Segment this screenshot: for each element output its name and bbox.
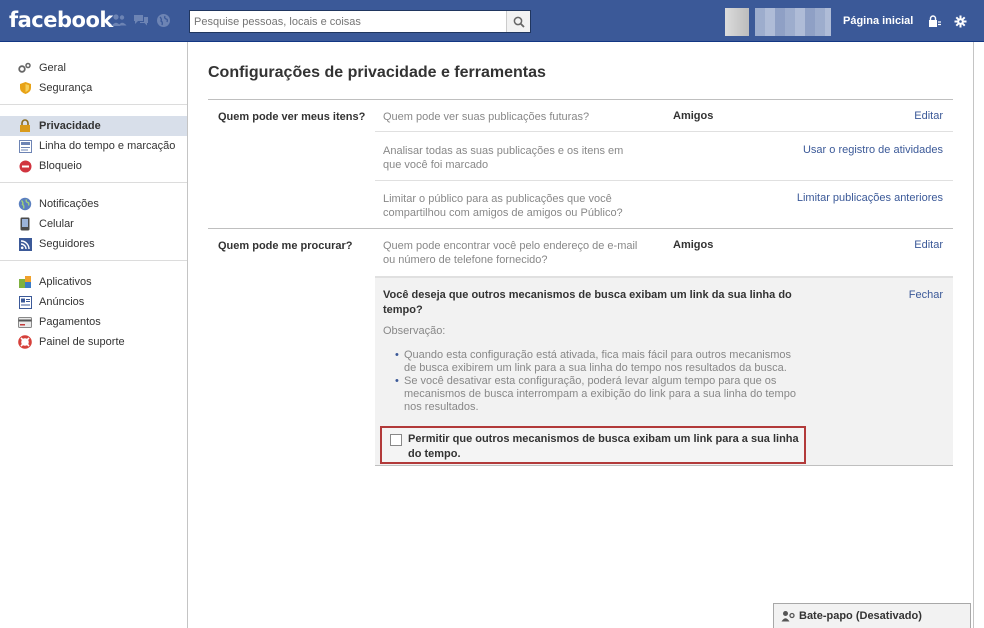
sidebar-item-privacidade[interactable]: Privacidade xyxy=(0,116,187,136)
setting-value: Amigos xyxy=(673,110,714,122)
section-who-can-look-me-up: Quem pode me procurar? Quem pode encontr… xyxy=(208,228,953,466)
panel-question: Você deseja que outros mecanismos de bus… xyxy=(383,289,792,316)
content-right-border xyxy=(973,42,974,628)
profile-link[interactable] xyxy=(725,8,833,36)
settings-sidebar: Geral Segurança Privacidade Linha do tem… xyxy=(0,42,188,628)
rss-icon xyxy=(18,237,32,251)
search-icon xyxy=(513,16,525,28)
highlighted-checkbox-area: Permitir que outros mecanismos de busca … xyxy=(380,426,806,464)
sidebar-item-pagamentos[interactable]: Pagamentos xyxy=(0,312,187,332)
allow-search-engines-checkbox[interactable] xyxy=(390,434,402,446)
gear-icon[interactable] xyxy=(953,14,967,28)
phone-icon xyxy=(18,217,32,231)
list-item: Se você desativar esta configuração, pod… xyxy=(395,375,800,414)
search-box xyxy=(189,10,531,33)
sidebar-item-label: Geral xyxy=(39,62,66,74)
setting-row-lookup-email-phone: Quem pode encontrar você pelo endereço d… xyxy=(375,229,953,277)
observation-list: Quando esta configuração está ativada, f… xyxy=(395,349,800,414)
edit-link[interactable]: Editar xyxy=(914,110,943,122)
messages-icon[interactable] xyxy=(133,12,149,28)
sidebar-item-label: Anúncios xyxy=(39,296,85,308)
close-link[interactable]: Fechar xyxy=(909,289,943,301)
sidebar-item-geral[interactable]: Geral xyxy=(0,58,187,78)
avatar[interactable] xyxy=(725,8,749,36)
friend-requests-icon[interactable] xyxy=(111,12,127,28)
sidebar-item-celular[interactable]: Celular xyxy=(0,214,187,234)
sidebar-group-account: Geral Segurança xyxy=(0,42,187,105)
section-label: Quem pode me procurar? xyxy=(218,240,353,252)
setting-description: Analisar todas as suas publicações e os … xyxy=(383,145,624,171)
setting-value: Amigos xyxy=(673,239,714,251)
sidebar-item-label: Segurança xyxy=(39,82,93,94)
gear-icon xyxy=(18,61,32,75)
jewel-icons xyxy=(111,12,171,28)
setting-description: Quem pode ver suas publicações futuras? xyxy=(383,111,590,123)
limit-past-posts-link[interactable]: Limitar publicações anteriores xyxy=(797,192,943,204)
card-icon xyxy=(18,315,32,329)
sidebar-item-anuncios[interactable]: Anúncios xyxy=(0,292,187,312)
facebook-logo[interactable]: facebook xyxy=(9,8,113,32)
sidebar-item-label: Pagamentos xyxy=(39,316,101,328)
list-item: Quando esta configuração está ativada, f… xyxy=(395,349,800,375)
privacy-shortcuts-icon[interactable] xyxy=(928,14,942,28)
sidebar-item-notificacoes[interactable]: Notificações xyxy=(0,194,187,214)
sidebar-group-notifications: Notificações Celular Seguidores xyxy=(0,183,187,261)
sidebar-group-privacy: Privacidade Linha do tempo e marcação Bl… xyxy=(0,105,187,183)
home-link[interactable]: Página inicial xyxy=(843,15,913,27)
ads-icon xyxy=(18,295,32,309)
top-bar: facebook Página inicial xyxy=(0,0,984,42)
block-icon xyxy=(18,159,32,173)
main-content: Configurações de privacidade e ferrament… xyxy=(208,42,953,466)
page-title: Configurações de privacidade e ferrament… xyxy=(208,64,546,81)
section-label: Quem pode ver meus itens? xyxy=(218,111,366,123)
setting-description: Limitar o público para as publicações qu… xyxy=(383,193,623,219)
sidebar-group-apps: Aplicativos Anúncios Pagamentos Painel d… xyxy=(0,261,187,358)
sidebar-item-seguranca[interactable]: Segurança xyxy=(0,78,187,98)
search-engine-panel: Você deseja que outros mecanismos de bus… xyxy=(375,277,953,466)
sidebar-item-aplicativos[interactable]: Aplicativos xyxy=(0,272,187,292)
checkbox-label[interactable]: Permitir que outros mecanismos de busca … xyxy=(408,432,803,462)
section-who-can-see: Quem pode ver meus itens? Quem pode ver … xyxy=(208,99,953,228)
lock-icon xyxy=(18,119,32,133)
search-button[interactable] xyxy=(506,11,530,32)
timeline-icon xyxy=(18,139,32,153)
search-input[interactable] xyxy=(190,11,500,32)
globe-icon xyxy=(18,197,32,211)
sidebar-item-label: Painel de suporte xyxy=(39,336,125,348)
sidebar-item-label: Celular xyxy=(39,218,74,230)
activity-log-link[interactable]: Usar o registro de atividades xyxy=(803,144,943,156)
sidebar-item-label: Aplicativos xyxy=(39,276,92,288)
shield-icon xyxy=(18,81,32,95)
sidebar-item-painel-de-suporte[interactable]: Painel de suporte xyxy=(0,332,187,352)
sidebar-item-seguidores[interactable]: Seguidores xyxy=(0,234,187,254)
sidebar-item-bloqueio[interactable]: Bloqueio xyxy=(0,156,187,176)
sidebar-item-label: Linha do tempo e marcação xyxy=(39,140,176,152)
notifications-globe-icon[interactable] xyxy=(155,12,171,28)
chat-label: Bate-papo (Desativado) xyxy=(799,610,922,622)
profile-name-blurred[interactable] xyxy=(755,8,831,36)
apps-icon xyxy=(18,275,32,289)
sidebar-item-label: Seguidores xyxy=(39,238,95,250)
sidebar-item-linha-do-tempo[interactable]: Linha do tempo e marcação xyxy=(0,136,187,156)
chat-person-icon xyxy=(781,609,795,623)
chat-bar[interactable]: Bate-papo (Desativado) xyxy=(773,603,971,628)
sidebar-item-label: Privacidade xyxy=(39,120,101,132)
setting-row-limit-past-posts: Limitar o público para as publicações qu… xyxy=(375,181,953,228)
setting-description: Quem pode encontrar você pelo endereço d… xyxy=(383,240,638,266)
observation-label: Observação: xyxy=(383,325,446,337)
sidebar-item-label: Notificações xyxy=(39,198,99,210)
setting-row-review-posts: Analisar todas as suas publicações e os … xyxy=(375,132,953,181)
lifebuoy-icon xyxy=(18,335,32,349)
edit-link[interactable]: Editar xyxy=(914,239,943,251)
sidebar-item-label: Bloqueio xyxy=(39,160,82,172)
setting-row-future-posts: Quem pode ver suas publicações futuras? … xyxy=(375,100,953,132)
